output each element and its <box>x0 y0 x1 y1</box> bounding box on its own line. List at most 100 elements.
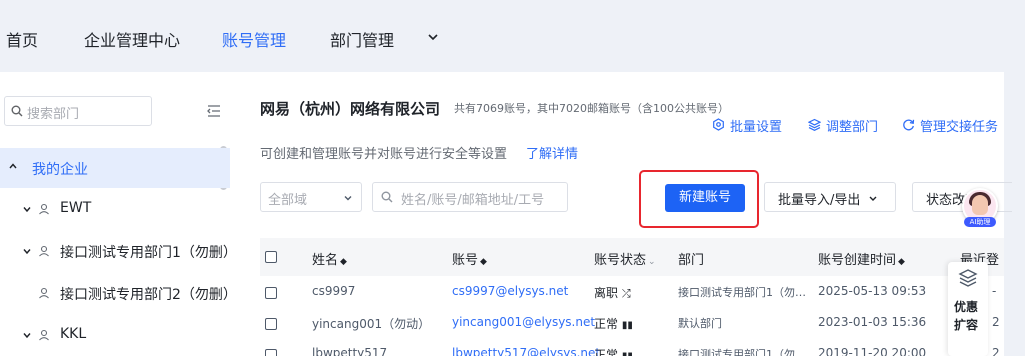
ai-assistant-badge[interactable]: AI助理 <box>964 217 996 227</box>
domain-select-value: 全部域 <box>268 193 308 208</box>
tree-item-test-dept-2[interactable]: 接口测试专用部门2（勿删） <box>0 276 237 312</box>
pause-icon: ▮▮ <box>621 320 633 331</box>
select-all-checkbox[interactable] <box>265 251 277 263</box>
department-icon <box>39 287 49 299</box>
cell-name: lbwpetty517 <box>312 346 388 356</box>
cell-account[interactable]: lbwpetty517@elysys.net <box>452 346 600 356</box>
department-icon <box>39 245 49 257</box>
row-checkbox[interactable] <box>265 349 277 356</box>
settings-icon <box>713 118 724 131</box>
batch-settings-label: 批量设置 <box>730 120 783 135</box>
refresh-icon <box>903 119 915 131</box>
cell-account[interactable]: yincang001@elysys.net <box>452 315 595 329</box>
cell-account[interactable]: cs9997@elysys.net <box>452 284 568 298</box>
cell-department: 默认部门 <box>678 317 722 330</box>
nav-account-management[interactable]: 账号管理 <box>222 27 286 51</box>
chevron-down-icon[interactable] <box>22 204 32 214</box>
promo-line-2: 扩容 <box>954 318 979 332</box>
pause-icon: ▮▮ <box>622 351 633 356</box>
new-account-button[interactable]: 新建账号 <box>665 184 745 212</box>
cell-created: 2019-11-20 20:00 <box>818 346 927 356</box>
cell-status: 离职 ⤮ <box>594 284 631 301</box>
department-icon <box>39 203 49 215</box>
layers-icon <box>808 118 821 131</box>
promo-expand-widget[interactable]: 优惠 扩容 <box>948 262 988 356</box>
column-header-account[interactable]: 账号 ◆ <box>452 249 487 268</box>
account-counts: 共有7069账号，其中7020邮箱账号（含100公共账号） <box>454 102 729 115</box>
page-description: 可创建和管理账号并对账号进行安全等设置 <box>260 147 508 162</box>
cell-department: 接口测试专用部门1（勿… <box>678 348 806 356</box>
tree-item-my-enterprise[interactable]: 我的企业 <box>0 148 230 188</box>
chevron-down-icon: ⌄ <box>648 257 656 267</box>
column-label: 账号状态 <box>594 253 647 268</box>
learn-more-link[interactable]: 了解详情 <box>526 143 578 162</box>
main-panel: 网易（杭州）网络有限公司 共有7069账号，其中7020邮箱账号（含100公共账… <box>238 72 1012 356</box>
top-nav: 首页 企业管理中心 账号管理 部门管理 <box>0 0 1025 72</box>
cell-status: 正常 ▮▮ <box>594 315 633 332</box>
column-label: 姓名 <box>312 253 339 268</box>
tree-item-label: EWT <box>60 200 92 216</box>
cell-department: 接口测试专用部门1（勿… <box>678 286 806 299</box>
table-row[interactable]: lbwpetty517 lbwpetty517@elysys.net 正常 ▮▮… <box>260 340 1004 356</box>
cell-name: cs9997 <box>312 284 356 298</box>
cell-created: 2025-05-13 09:53 <box>818 284 927 298</box>
search-icon <box>381 191 393 203</box>
column-header-name[interactable]: 姓名 ◆ <box>312 249 347 268</box>
tree-item-label: 接口测试专用部门1（勿删） <box>60 245 237 261</box>
status-label: 正常 <box>594 317 619 331</box>
collapse-sidebar-icon[interactable] <box>206 103 222 119</box>
tree-item-label: KKL <box>60 326 87 342</box>
table-row[interactable]: yincang001（勿动） yincang001@elysys.net 正常 … <box>260 309 1004 339</box>
cell-created: 2023-01-03 15:36 <box>818 315 927 329</box>
cell-name: yincang001（勿动） <box>312 317 431 331</box>
account-search-placeholder: 姓名/账号/邮箱地址/工号 <box>401 193 545 208</box>
cell-last-login: 2 <box>992 315 1000 329</box>
tree-item-ewt[interactable]: EWT <box>0 192 230 228</box>
nav-department-management[interactable]: 部门管理 <box>330 27 394 51</box>
tree-item-kkl[interactable]: KKL <box>0 318 230 354</box>
column-header-department: 部门 <box>678 253 705 268</box>
avatar-face <box>972 195 988 215</box>
sort-icon: ◆ <box>898 257 905 267</box>
tree-item-label: 接口测试专用部门2（勿删） <box>60 287 237 303</box>
column-label: 账号创建时间 <box>818 253 897 268</box>
sidebar: 搜索部门 我的企业 EWT 接口测试专用部门1（勿删） 接口测试专用部门2（勿删… <box>0 72 238 356</box>
table-header: 姓名 ◆ 账号 ◆ 账号状态 ⌄ 部门 账号创建时间 ◆ 最近登 <box>260 238 1004 276</box>
sort-icon: ◆ <box>340 257 347 267</box>
cell-status: 正常 ▮▮ <box>594 346 633 356</box>
row-checkbox[interactable] <box>265 318 277 330</box>
search-icon <box>11 105 23 117</box>
nav-home[interactable]: 首页 <box>6 27 38 51</box>
column-label: 账号 <box>452 253 479 268</box>
promo-line-1: 优惠 <box>954 300 979 314</box>
chevron-down-icon <box>869 196 877 201</box>
company-name: 网易（杭州）网络有限公司 <box>260 100 441 118</box>
chevron-down-icon[interactable] <box>22 330 32 340</box>
import-export-button[interactable]: 批量导入/导出 <box>764 182 896 212</box>
cell-last-login: - <box>992 284 997 298</box>
adjust-department-label: 调整部门 <box>826 120 879 135</box>
status-label: 离职 <box>594 286 619 300</box>
domain-select[interactable]: 全部域 <box>260 182 362 212</box>
cell-last-login: 2 <box>992 346 1000 356</box>
column-header-status[interactable]: 账号状态 ⌄ <box>594 249 656 268</box>
handover-tasks-label: 管理交接任务 <box>920 120 999 135</box>
sort-icon: ◆ <box>480 257 487 267</box>
shuffle-icon: ⤮ <box>621 287 631 300</box>
nav-enterprise-center[interactable]: 企业管理中心 <box>84 27 180 51</box>
chevron-up-icon[interactable] <box>8 161 18 171</box>
account-search-input[interactable]: 姓名/账号/邮箱地址/工号 <box>372 182 568 212</box>
search-placeholder: 搜索部门 <box>27 107 80 122</box>
department-search-input[interactable]: 搜索部门 <box>4 96 152 126</box>
status-label: 正常 <box>594 348 619 356</box>
column-header-created[interactable]: 账号创建时间 ◆ <box>818 249 905 268</box>
layers-icon <box>958 269 978 287</box>
chevron-down-icon <box>344 196 352 201</box>
tree-item-test-dept-1[interactable]: 接口测试专用部门1（勿删） <box>0 234 237 270</box>
chevron-down-icon[interactable] <box>22 246 32 256</box>
row-checkbox[interactable] <box>265 287 277 299</box>
import-export-label: 批量导入/导出 <box>778 193 861 208</box>
department-icon <box>39 329 49 341</box>
chevron-down-icon[interactable] <box>426 27 440 47</box>
table-row[interactable]: cs9997 cs9997@elysys.net 离职 ⤮ 接口测试专用部门1（… <box>260 278 1004 308</box>
